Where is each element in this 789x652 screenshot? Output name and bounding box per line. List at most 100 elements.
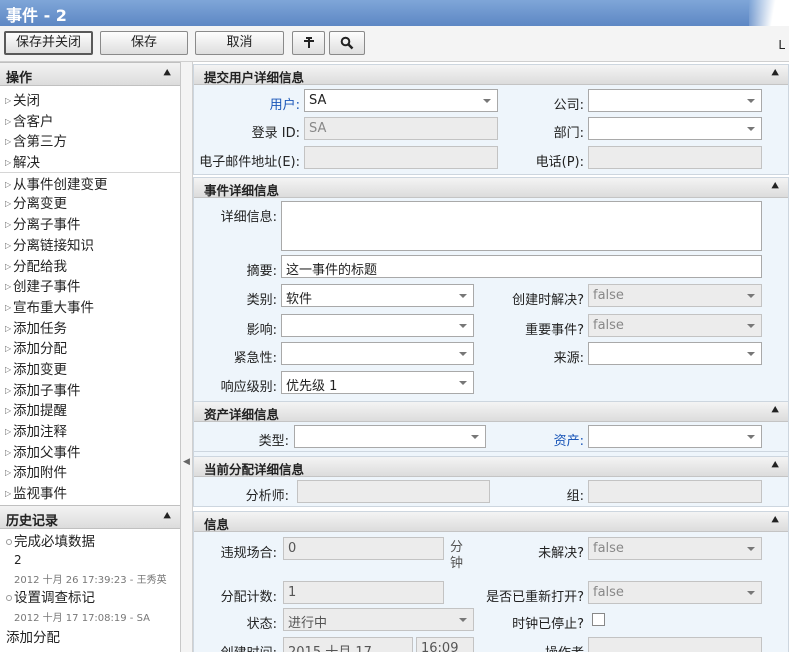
history-header[interactable]: 历史记录 ⯅	[0, 505, 180, 529]
action-item[interactable]: ▷ 分离链接知识	[0, 234, 180, 255]
major-incident-label: 重要事件?	[525, 323, 584, 338]
clock-stopped-label: 时钟已停止?	[512, 617, 584, 632]
history-header-label: 历史记录	[6, 514, 59, 529]
source-dropdown[interactable]	[588, 342, 762, 365]
summary-input[interactable]: 这一事件的标题	[281, 255, 762, 278]
action-item[interactable]: ▷ 解决	[0, 151, 180, 172]
left-panel: 操作 ⯅ ▷ 关闭 ▷ 含客户 ▷ 含第三方 ▷ 解决 ▷ 从事件创建变更 ▷ 分离变更 ▷…	[0, 62, 181, 652]
clock-stopped-checkbox[interactable]	[592, 613, 605, 626]
history-entry-value: 2	[14, 553, 22, 567]
actions-header[interactable]: 操作 ⯅	[0, 62, 180, 86]
cancel-button[interactable]: 取消	[195, 31, 284, 55]
urgency-dropdown[interactable]	[281, 342, 474, 365]
department-dropdown[interactable]	[588, 117, 762, 140]
response-level-label: 响应级别:	[220, 380, 277, 395]
action-item[interactable]: ▷ 宣布重大事件	[0, 296, 180, 317]
action-item[interactable]: ▷ 添加提醒	[0, 399, 180, 420]
unresolved-dropdown: false	[588, 537, 762, 560]
asset-type-label: 类型:	[258, 434, 289, 449]
collapse-icon[interactable]: ⯅	[770, 513, 780, 528]
asset-dropdown[interactable]	[588, 425, 762, 448]
action-item[interactable]: ▷ 添加父事件	[0, 441, 180, 462]
triangle-right-icon: ▷	[5, 447, 12, 457]
action-item[interactable]: ▷ 添加分配	[0, 337, 180, 358]
user-dropdown[interactable]: SA	[304, 89, 498, 112]
collapse-left-icon[interactable]: ◀	[183, 457, 190, 467]
asset-details-header[interactable]: 资产详细信息 ⯅	[194, 402, 788, 422]
actions-list: ▷ 关闭 ▷ 含客户 ▷ 含第三方 ▷ 解决 ▷ 从事件创建变更 ▷ 分离变更 ▷ 分离子事件…	[0, 86, 180, 503]
chevron-down-icon	[459, 324, 467, 328]
breach-field: 0	[283, 537, 444, 560]
triangle-right-icon: ▷	[5, 406, 12, 416]
reopened-label: 是否已重新打开?	[486, 590, 584, 605]
action-item[interactable]: ▷ 添加变更	[0, 358, 180, 379]
user-details-header[interactable]: 提交用户详细信息 ⯅	[194, 65, 788, 85]
chevron-down-icon	[459, 381, 467, 385]
detail-label: 详细信息:	[220, 210, 277, 225]
history-entry[interactable]: 设置调查标记 2012 十月 17 17:08:19 - SA	[0, 586, 180, 624]
company-dropdown[interactable]	[588, 89, 762, 112]
action-item[interactable]: ▷ 关闭	[0, 89, 180, 110]
actions-header-label: 操作	[6, 71, 33, 86]
impact-dropdown[interactable]	[281, 314, 474, 337]
collapse-icon[interactable]: ⯅	[770, 403, 780, 418]
triangle-right-icon: ▷	[5, 385, 12, 395]
action-item[interactable]: ▷ 含第三方	[0, 130, 180, 151]
resolve-on-create-label: 创建时解决?	[512, 293, 584, 308]
chevron-down-icon	[483, 99, 491, 103]
action-item[interactable]: ▷ 创建子事件	[0, 275, 180, 296]
information-header[interactable]: 信息 ⯅	[194, 512, 788, 532]
action-item[interactable]: ▷ 添加附件	[0, 461, 180, 482]
action-item[interactable]: ▷ 含客户	[0, 110, 180, 131]
action-item[interactable]: ▷ 添加注释	[0, 420, 180, 441]
category-dropdown[interactable]: 软件	[281, 284, 474, 307]
collapse-icon[interactable]: ⯅	[162, 509, 172, 524]
history-list: 完成必填数据 2 2012 十月 26 17:39:23 - 王秀英 设置调查标…	[0, 530, 180, 646]
created-time-field: 16:09	[416, 637, 474, 652]
created-date-field: 2015 十月 17	[283, 637, 413, 652]
collapse-icon[interactable]: ⯅	[770, 179, 780, 194]
company-label: 公司:	[553, 98, 584, 113]
action-item[interactable]: ▷ 分离变更	[0, 192, 180, 213]
action-item[interactable]: ▷ 分离子事件	[0, 213, 180, 234]
information-section: 信息 ⯅ 违规场合: 0 分钟 未解决? false 分配计数: 1 是否已重新打…	[193, 511, 789, 652]
asset-type-dropdown[interactable]	[294, 425, 486, 448]
action-item[interactable]: ▷ 分配给我	[0, 255, 180, 276]
triangle-right-icon: ▷	[5, 282, 12, 292]
triangle-right-icon: ▷	[5, 489, 12, 499]
analyst-label: 分析师:	[245, 489, 289, 504]
triangle-right-icon: ▷	[5, 179, 12, 189]
save-button[interactable]: 保存	[100, 31, 188, 55]
save-and-close-button[interactable]: 保存并关闭	[4, 31, 93, 55]
triangle-right-icon: ▷	[5, 116, 12, 126]
phone-field	[588, 146, 762, 169]
status-label: 状态:	[246, 617, 277, 632]
assignment-details-header[interactable]: 当前分配详细信息 ⯅	[194, 457, 788, 477]
group-field	[588, 480, 762, 503]
chevron-down-icon	[747, 324, 755, 328]
toolbar-right-label: L	[778, 38, 785, 52]
collapse-icon[interactable]: ⯅	[770, 458, 780, 473]
history-entry[interactable]: 完成必填数据 2 2012 十月 26 17:39:23 - 王秀英	[0, 530, 180, 586]
action-item[interactable]: ▷ 添加子事件	[0, 379, 180, 400]
asset-label: 资产:	[553, 434, 584, 449]
history-entry[interactable]: 添加分配	[0, 626, 180, 646]
operator-field	[588, 637, 762, 652]
action-item[interactable]: ▷ 监视事件	[0, 482, 180, 503]
action-item[interactable]: ▷ 添加任务	[0, 317, 180, 338]
response-level-dropdown[interactable]: 优先级 1	[281, 371, 474, 394]
panel-splitter[interactable]: ◀	[181, 62, 193, 652]
collapse-icon[interactable]: ⯅	[162, 66, 172, 81]
action-item[interactable]: ▷ 从事件创建变更	[0, 171, 180, 193]
incident-details-header[interactable]: 事件详细信息 ⯅	[194, 178, 788, 198]
collapse-icon[interactable]: ⯅	[770, 66, 780, 81]
history-entry-meta: 2012 十月 17 17:08:19 - SA	[14, 613, 150, 624]
triangle-right-icon: ▷	[5, 302, 12, 312]
chevron-down-icon	[747, 294, 755, 298]
urgency-label: 紧急性:	[233, 351, 277, 366]
triangle-right-icon: ▷	[5, 96, 12, 105]
status-dropdown: 进行中	[283, 608, 474, 631]
pin-button[interactable]	[292, 31, 325, 55]
search-button[interactable]	[329, 31, 365, 55]
detail-textarea[interactable]	[281, 201, 762, 251]
